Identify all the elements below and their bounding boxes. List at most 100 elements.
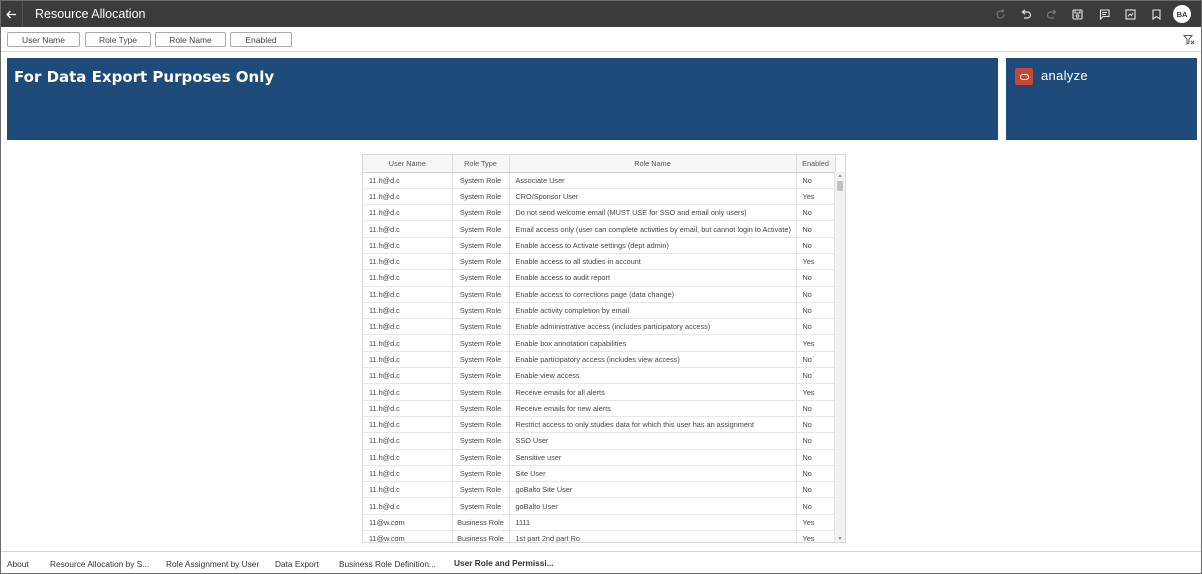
table-row[interactable]: 11.h@d.c System Role Enable access to Acti…	[363, 237, 836, 254]
bookmark-icon[interactable]	[1143, 1, 1169, 27]
scrollbar-thumb[interactable]	[837, 181, 843, 191]
cell-enabled: Yes	[796, 253, 836, 271]
cell-role-name: Associate User	[509, 172, 797, 189]
top-bar: Resource Allocation BA	[1, 1, 1201, 27]
cell-user-name: 11.h@d.c	[363, 334, 453, 352]
cell-user-name: 11.h@d.c	[363, 204, 453, 222]
table-row[interactable]: 11@w.com Business Role 1st part 2nd part R…	[363, 530, 836, 542]
cell-role-name: goBalto User	[509, 497, 797, 515]
cell-role-type: System Role	[452, 188, 510, 206]
table-row[interactable]: 11.h@d.c System Role Enable access to audi…	[363, 269, 836, 287]
present-icon[interactable]	[1117, 1, 1143, 27]
scroll-down-icon[interactable]: ▼	[835, 536, 845, 542]
cell-enabled: No	[796, 220, 836, 238]
tab-about[interactable]: About	[7, 552, 29, 573]
cell-user-name: 11.h@d.c	[363, 449, 453, 466]
redo-icon[interactable]	[1039, 1, 1065, 27]
cell-enabled: No	[796, 269, 836, 287]
cell-role-name: SSO User	[509, 432, 797, 450]
brand-panel: analyze	[1006, 58, 1197, 140]
table-row[interactable]: 11@w.com Business Role 1111 Yes	[363, 514, 836, 532]
cell-role-name: 1st part 2nd part Ro	[509, 530, 797, 542]
table-row[interactable]: 11.h@d.c System Role goBalto User No	[363, 497, 836, 515]
cell-role-type: System Role	[452, 367, 510, 385]
filter-chip-user-name[interactable]: User Name	[7, 32, 80, 47]
table-row[interactable]: 11.h@d.c System Role Email access only (us…	[363, 220, 836, 238]
table-row[interactable]: 11.h@d.c System Role Receive emails for al…	[363, 383, 836, 401]
table-header-row: User Name Role Type Role Name Enabled	[363, 155, 836, 173]
cell-role-type: System Role	[452, 416, 510, 434]
brand-text: analyze	[1041, 68, 1088, 83]
table-row[interactable]: 11.h@d.c System Role goBalto Site User No	[363, 481, 836, 499]
tab-resource-allocation[interactable]: Resource Allocation by S...	[50, 552, 149, 573]
cell-role-name: Enable participatory access (includes vi…	[509, 351, 797, 369]
tab-user-role-permissions[interactable]: User Role and Permissi...	[449, 552, 559, 573]
cell-user-name: 11@w.com	[363, 514, 453, 532]
cell-role-type: System Role	[452, 204, 510, 222]
cell-role-name: Enable administrative access (includes p…	[509, 318, 797, 336]
table-row[interactable]: 11.h@d.c System Role Associate User No	[363, 172, 836, 189]
data-table-panel: User Name Role Type Role Name Enabled 11.h@…	[362, 154, 846, 543]
cell-enabled: No	[796, 204, 836, 222]
column-header[interactable]: User Name	[363, 155, 453, 173]
table-row[interactable]: 11.h@d.c System Role Receive emails for ne…	[363, 400, 836, 417]
cell-enabled: No	[796, 481, 836, 499]
table-row[interactable]: 11.h@d.c System Role Enable box annotation…	[363, 334, 836, 352]
cell-enabled: No	[796, 172, 836, 189]
canvas-tab-bar: About Resource Allocation by S... Role A…	[1, 551, 1201, 573]
cell-user-name: 11.h@d.c	[363, 351, 453, 369]
cell-role-type: System Role	[452, 302, 510, 320]
banner-title: For Data Export Purposes Only	[14, 68, 275, 86]
table-row[interactable]: 11.h@d.c System Role Restrict access to on…	[363, 416, 836, 434]
cell-user-name: 11@w.com	[363, 530, 453, 542]
table-row[interactable]: 11.h@d.c System Role Enable view access No	[363, 367, 836, 385]
table-row[interactable]: 11.h@d.c System Role Do not send welcome e…	[363, 204, 836, 222]
tab-data-export[interactable]: Data Export	[275, 552, 319, 573]
undo-icon[interactable]	[1013, 1, 1039, 27]
table-row[interactable]: 11.h@d.c System Role Enable administrative…	[363, 318, 836, 336]
column-header[interactable]: Enabled	[796, 155, 836, 173]
table-row[interactable]: 11.h@d.c System Role Enable access to corr…	[363, 286, 836, 303]
app-title: Resource Allocation	[35, 7, 146, 21]
cell-role-type: System Role	[452, 449, 510, 466]
scroll-up-icon[interactable]: ▲	[835, 173, 845, 179]
cell-user-name: 11.h@d.c	[363, 220, 453, 238]
table-row[interactable]: 11.h@d.c System Role Enable activity compl…	[363, 302, 836, 320]
cell-enabled: No	[796, 432, 836, 450]
cell-enabled: No	[796, 302, 836, 320]
filter-chip-role-name[interactable]: Role Name	[155, 32, 226, 47]
cell-role-type: System Role	[452, 465, 510, 483]
filter-chip-role-type[interactable]: Role Type	[85, 32, 151, 47]
cell-role-name: CRO/Sponsor User	[509, 188, 797, 206]
cell-role-type: System Role	[452, 253, 510, 271]
save-icon[interactable]	[1065, 1, 1091, 27]
cell-enabled: No	[796, 237, 836, 254]
arrow-left-icon[interactable]	[1, 1, 23, 27]
cell-enabled: No	[796, 351, 836, 369]
cell-user-name: 11.h@d.c	[363, 367, 453, 385]
cell-role-type: System Role	[452, 269, 510, 287]
cell-user-name: 11.h@d.c	[363, 253, 453, 271]
cell-enabled: No	[796, 497, 836, 515]
filter-settings-icon[interactable]	[1182, 33, 1195, 45]
filter-bar: User Name Role Type Role Name Enabled	[1, 27, 1201, 52]
cell-role-name: 1111	[509, 514, 797, 532]
table-scrollbar[interactable]: ▲ ▼	[834, 172, 845, 542]
table-row[interactable]: 11.h@d.c System Role CRO/Sponsor User Yes	[363, 188, 836, 206]
cell-enabled: Yes	[796, 188, 836, 206]
column-header[interactable]: Role Type	[452, 155, 510, 173]
tab-business-role-definition[interactable]: Business Role Definition...	[339, 552, 436, 573]
table-row[interactable]: 11.h@d.c System Role Enable access to all …	[363, 253, 836, 271]
tab-role-assignment[interactable]: Role Assignment by User	[166, 552, 259, 573]
cell-role-name: Site User	[509, 465, 797, 483]
column-header[interactable]: Role Name	[509, 155, 797, 173]
table-row[interactable]: 11.h@d.c System Role Sensitive user No	[363, 449, 836, 466]
table-row[interactable]: 11.h@d.c System Role Enable participatory …	[363, 351, 836, 369]
user-avatar[interactable]: BA	[1173, 5, 1191, 23]
table-row[interactable]: 11.h@d.c System Role SSO User No	[363, 432, 836, 450]
comment-icon[interactable]	[1091, 1, 1117, 27]
filter-chip-enabled[interactable]: Enabled	[230, 32, 292, 47]
refresh-icon[interactable]	[987, 1, 1013, 27]
cell-role-type: System Role	[452, 400, 510, 417]
table-row[interactable]: 11.h@d.c System Role Site User No	[363, 465, 836, 483]
